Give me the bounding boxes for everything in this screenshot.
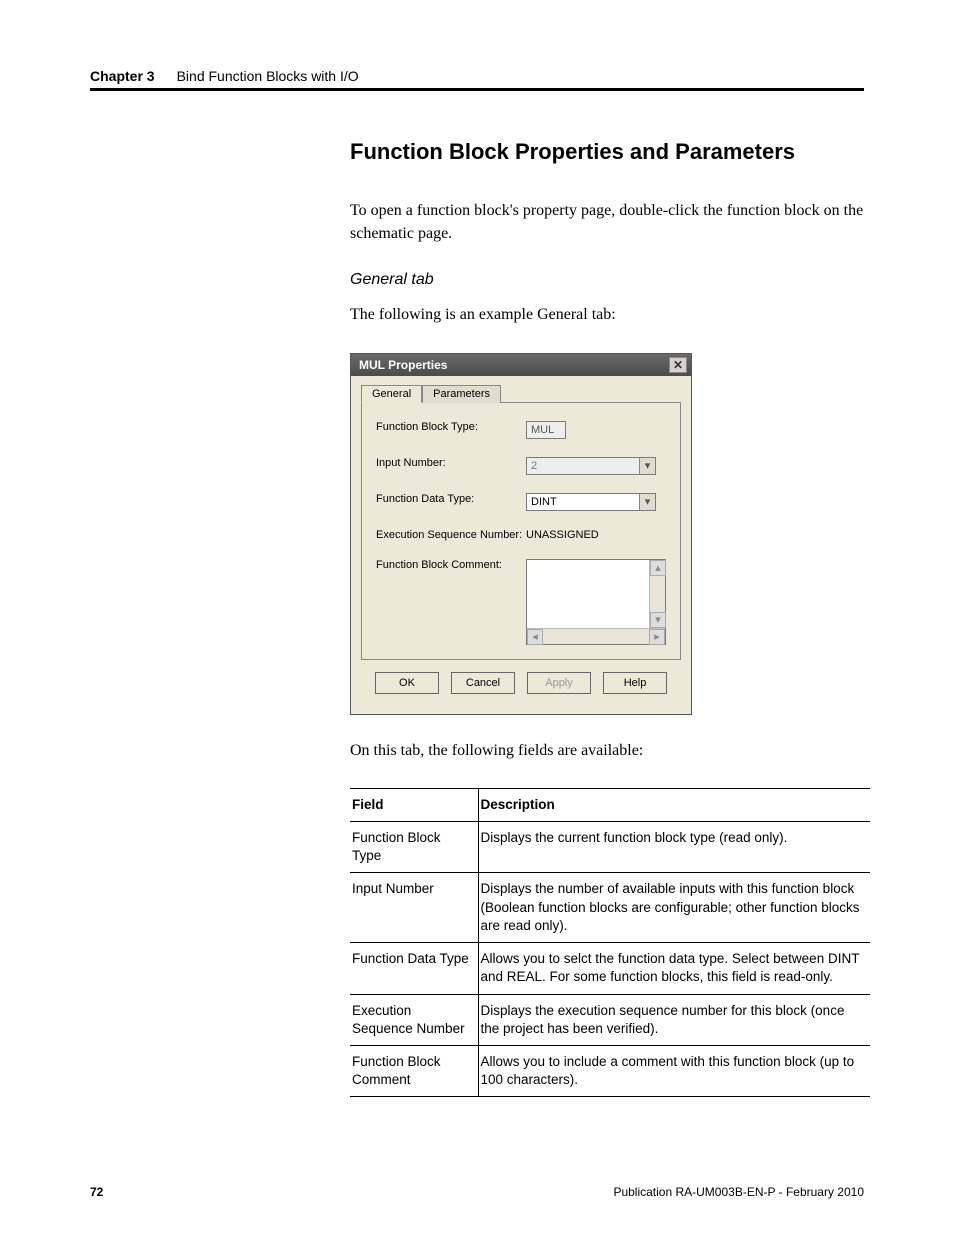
cell-desc: Displays the number of available inputs … [478,873,870,943]
th-field: Field [350,788,478,821]
label-fn-data-type: Function Data Type: [376,493,526,505]
chevron-left-icon[interactable]: ◂ [527,629,543,645]
table-row: Function Block Type Displays the current… [350,821,870,872]
dialog-tabstrip: General Parameters [361,384,681,402]
field-input-number: 2 ▾ [526,457,656,475]
label-input-number: Input Number: [376,457,526,469]
chapter-label: Chapter 3 [90,68,155,84]
fields-table: Field Description Function Block Type Di… [350,788,870,1098]
apply-button: Apply [527,672,591,694]
section-heading: Function Block Properties and Parameters [350,139,870,165]
header-rule [90,88,864,91]
th-description: Description [478,788,870,821]
chevron-up-icon[interactable]: ▴ [650,560,666,576]
label-exec-seq: Execution Sequence Number: [376,529,526,541]
cancel-button[interactable]: Cancel [451,672,515,694]
publication-info: Publication RA-UM003B-EN-P - February 20… [613,1185,864,1199]
dialog-titlebar: MUL Properties ✕ [351,354,691,376]
intro-paragraph: To open a function block's property page… [350,199,870,245]
field-fb-comment[interactable]: ▴ ▾ ◂ ▸ [526,559,666,645]
close-icon[interactable]: ✕ [669,357,687,373]
table-row: Function Data Type Allows you to selct t… [350,943,870,994]
post-dialog-text: On this tab, the following fields are av… [350,739,870,762]
general-tab-lead: The following is an example General tab: [350,303,870,326]
dialog-button-row: OK Cancel Apply Help [361,660,681,704]
general-tab-subhead: General tab [350,271,870,289]
table-row: Function Block Comment Allows you to inc… [350,1045,870,1096]
tab-general[interactable]: General [361,385,422,403]
chevron-down-icon[interactable]: ▾ [650,612,666,628]
chapter-title: Bind Function Blocks with I/O [177,68,359,84]
help-button[interactable]: Help [603,672,667,694]
tab-parameters[interactable]: Parameters [422,385,501,403]
input-number-value: 2 [531,460,537,472]
cell-desc: Displays the execution sequence number f… [478,994,870,1045]
chevron-down-icon: ▾ [639,458,655,474]
cell-field: Function Block Type [350,821,478,872]
properties-dialog: MUL Properties ✕ General Parameters Func… [350,353,692,715]
cell-desc: Allows you to selct the function data ty… [478,943,870,994]
horizontal-scrollbar[interactable]: ◂ ▸ [527,628,665,644]
fn-data-type-value: DINT [531,496,557,508]
page-footer: 72 Publication RA-UM003B-EN-P - February… [90,1185,864,1199]
field-fn-data-type[interactable]: DINT ▾ [526,493,656,511]
field-fb-type: MUL [526,421,566,439]
ok-button[interactable]: OK [375,672,439,694]
table-row: Input Number Displays the number of avai… [350,873,870,943]
vertical-scrollbar[interactable]: ▴ ▾ [649,560,665,628]
page-number: 72 [90,1185,103,1199]
page-header: Chapter 3 Bind Function Blocks with I/O [90,68,864,84]
table-row: Execution Sequence Number Displays the e… [350,994,870,1045]
label-fb-type: Function Block Type: [376,421,526,433]
cell-field: Function Block Comment [350,1045,478,1096]
cell-desc: Displays the current function block type… [478,821,870,872]
cell-desc: Allows you to include a comment with thi… [478,1045,870,1096]
dialog-title: MUL Properties [359,358,447,372]
general-tab-panel: Function Block Type: MUL Input Number: 2… [361,402,681,660]
cell-field: Execution Sequence Number [350,994,478,1045]
exec-seq-value: UNASSIGNED [526,529,599,541]
chevron-right-icon[interactable]: ▸ [649,629,665,645]
cell-field: Input Number [350,873,478,943]
chevron-down-icon[interactable]: ▾ [639,494,655,510]
label-fb-comment: Function Block Comment: [376,559,526,571]
cell-field: Function Data Type [350,943,478,994]
